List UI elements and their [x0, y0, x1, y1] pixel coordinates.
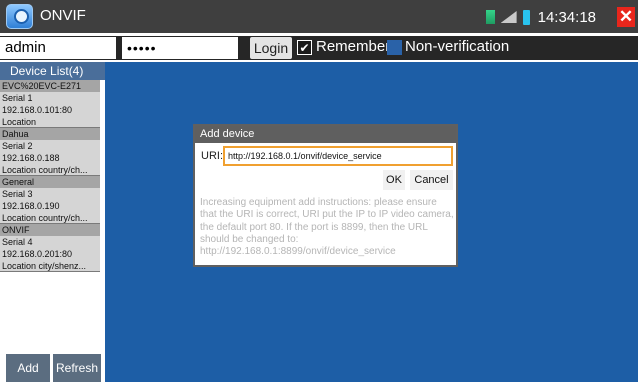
status-area: 14:34:18	[485, 8, 596, 26]
remember-checkbox[interactable]: ✔	[297, 40, 312, 55]
remember-label: Remember	[316, 38, 391, 55]
username-field[interactable]: admin	[0, 37, 116, 59]
device-list-panel: Device List(4) EVC%20EVC-E271 Serial 1 1…	[0, 62, 105, 382]
device-serial: Serial 1	[0, 92, 100, 104]
app-logo-icon	[6, 4, 33, 29]
checkmark-icon: ✔	[299, 41, 310, 55]
device-name: Dahua	[0, 128, 100, 140]
device-name: EVC%20EVC-E271	[0, 80, 100, 92]
ok-button[interactable]: OK	[383, 170, 405, 190]
add-device-dialog: Add device URI: http://192.168.0.1/onvif…	[193, 124, 458, 267]
device-name: General	[0, 176, 100, 188]
device-list-item[interactable]: ONVIF Serial 4 192.168.0.201:80 Location…	[0, 224, 100, 272]
network-signal-icon	[485, 10, 495, 24]
non-verification-checkbox[interactable]	[387, 40, 402, 55]
dialog-title: Add device	[195, 126, 456, 143]
clock: 14:34:18	[537, 8, 596, 26]
battery-icon	[522, 9, 530, 25]
close-icon[interactable]: ✕	[617, 7, 635, 27]
device-list-item[interactable]: EVC%20EVC-E271 Serial 1 192.168.0.101:80…	[0, 80, 100, 128]
device-address: 192.168.0.101:80	[0, 104, 100, 116]
login-button[interactable]: Login	[250, 37, 292, 59]
instructions-text: Increasing equipment add instructions: p…	[200, 197, 454, 258]
uri-label: URI:	[201, 150, 223, 162]
app-title: ONVIF	[40, 7, 86, 24]
login-bar: admin ••••• Login ✔ Remember Non-verific…	[0, 36, 638, 60]
device-serial: Serial 3	[0, 188, 100, 200]
device-list-title: Device List(4)	[0, 62, 105, 80]
refresh-button[interactable]: Refresh	[53, 354, 101, 382]
device-address: 192.168.0.190	[0, 200, 100, 212]
non-verification-label: Non-verification	[405, 38, 510, 55]
password-field[interactable]: •••••	[122, 37, 238, 59]
device-list-actions: Add Refresh	[0, 354, 105, 382]
add-button[interactable]: Add	[6, 354, 50, 382]
device-location: Location	[0, 116, 100, 128]
device-location: Location country/ch...	[0, 212, 100, 224]
device-location: Location country/ch...	[0, 164, 100, 176]
cancel-button[interactable]: Cancel	[410, 170, 453, 190]
device-location: Location city/shenz...	[0, 260, 100, 272]
device-address: 192.168.0.188	[0, 152, 100, 164]
device-address: 192.168.0.201:80	[0, 248, 100, 260]
device-name: ONVIF	[0, 224, 100, 236]
device-list-item[interactable]: General Serial 3 192.168.0.190 Location …	[0, 176, 100, 224]
device-list-item[interactable]: Dahua Serial 2 192.168.0.188 Location co…	[0, 128, 100, 176]
title-bar: ONVIF 14:34:18 ✕	[0, 0, 638, 33]
wifi-icon	[500, 11, 517, 23]
uri-input[interactable]: http://192.168.0.1/onvif/device_service	[223, 146, 453, 166]
device-serial: Serial 4	[0, 236, 100, 248]
device-serial: Serial 2	[0, 140, 100, 152]
